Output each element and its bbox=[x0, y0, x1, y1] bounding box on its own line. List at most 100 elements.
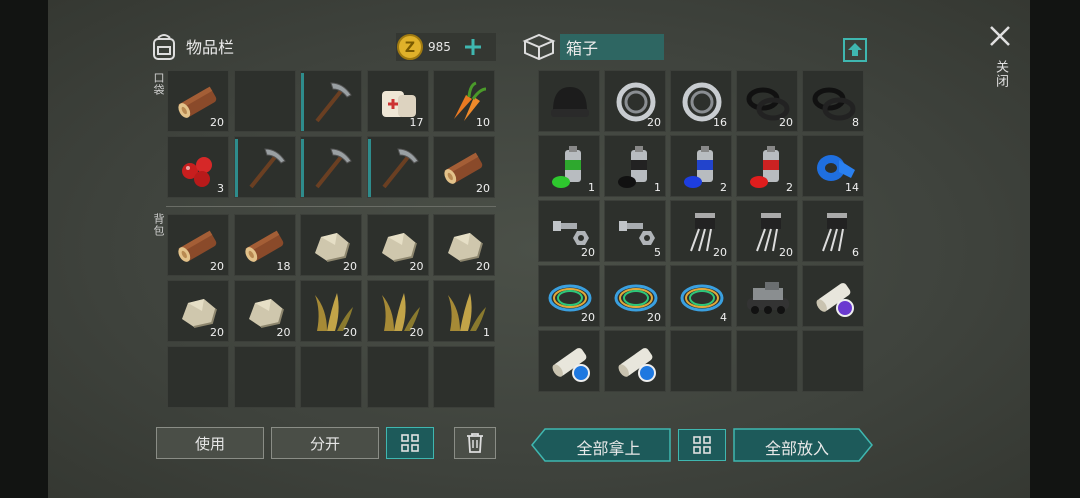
item-count: 20 bbox=[476, 182, 490, 195]
item-count: 20 bbox=[713, 246, 727, 259]
backpack-label: 背包 bbox=[152, 213, 165, 237]
take-all-label: 全部拿上 bbox=[576, 439, 641, 458]
item-count: 6 bbox=[852, 246, 859, 259]
box-slot[interactable] bbox=[802, 265, 864, 327]
pocket-slot[interactable]: 20 bbox=[433, 136, 495, 198]
item-count: 14 bbox=[845, 181, 859, 194]
box-slot[interactable]: 2 bbox=[736, 135, 798, 197]
box-slot[interactable]: 8 bbox=[802, 70, 864, 132]
item-count: 1 bbox=[654, 181, 661, 194]
item-count: 1 bbox=[483, 326, 490, 339]
backpack-slot[interactable]: 20 bbox=[366, 214, 429, 276]
box-header: 箱子 bbox=[522, 31, 664, 63]
box-slot[interactable] bbox=[538, 70, 600, 132]
close-label[interactable]: 关闭 bbox=[991, 60, 1010, 88]
pocket-slot[interactable] bbox=[300, 136, 362, 198]
item-count: 20 bbox=[647, 116, 661, 129]
black-beanie-icon bbox=[545, 77, 595, 127]
box-slot[interactable]: 20 bbox=[604, 265, 666, 327]
grid-icon bbox=[693, 436, 711, 454]
split-button[interactable]: 分开 bbox=[271, 427, 379, 459]
box-slot[interactable]: 1 bbox=[538, 135, 600, 197]
box-slot[interactable]: 4 bbox=[670, 265, 732, 327]
upload-icon[interactable] bbox=[842, 37, 868, 63]
backpack-slot[interactable]: 20 bbox=[300, 214, 362, 276]
box-slot[interactable]: 20 bbox=[736, 70, 798, 132]
box-slot[interactable] bbox=[538, 330, 600, 392]
box-slot[interactable]: 20 bbox=[670, 200, 732, 262]
item-count: 20 bbox=[581, 311, 595, 324]
put-all-label: 全部放入 bbox=[764, 439, 829, 458]
item-count: 20 bbox=[779, 246, 793, 259]
backpack-slot[interactable] bbox=[366, 346, 429, 408]
add-coins-icon[interactable] bbox=[463, 37, 483, 57]
backpack-slot[interactable]: 20 bbox=[366, 280, 429, 342]
item-count: 20 bbox=[210, 326, 224, 339]
blueprint-blue-icon bbox=[545, 337, 595, 387]
sort-inventory-button[interactable] bbox=[386, 427, 434, 459]
left-edge bbox=[0, 0, 48, 498]
coin-count: 985 bbox=[428, 40, 451, 54]
box-slot[interactable]: 20 bbox=[736, 200, 798, 262]
item-count: 20 bbox=[276, 326, 291, 339]
pocket-slot[interactable] bbox=[233, 70, 296, 132]
box-slot[interactable]: 6 bbox=[802, 200, 864, 262]
backpack-slot[interactable]: 20 bbox=[233, 280, 296, 342]
box-slot[interactable] bbox=[604, 330, 666, 392]
trash-button[interactable] bbox=[454, 427, 496, 459]
item-count: 20 bbox=[343, 326, 357, 339]
tank-vehicle-icon bbox=[743, 272, 793, 322]
item-count: 2 bbox=[720, 181, 727, 194]
box-slot[interactable] bbox=[670, 330, 732, 392]
pickaxe-icon bbox=[374, 143, 424, 193]
item-count: 2 bbox=[786, 181, 793, 194]
item-count: 20 bbox=[343, 260, 357, 273]
backpack-slot[interactable] bbox=[300, 346, 362, 408]
item-count: 5 bbox=[654, 246, 661, 259]
pickaxe-icon bbox=[241, 143, 291, 193]
backpack-slot[interactable]: 20 bbox=[300, 280, 362, 342]
box-slot[interactable]: 20 bbox=[604, 70, 666, 132]
box-slot[interactable]: 20 bbox=[538, 200, 600, 262]
box-slot[interactable]: 2 bbox=[670, 135, 732, 197]
section-divider bbox=[166, 206, 496, 207]
backpack-slot[interactable] bbox=[167, 346, 229, 408]
box-slot[interactable]: 16 bbox=[670, 70, 732, 132]
item-count: 20 bbox=[647, 311, 661, 324]
backpack-slot[interactable]: 20 bbox=[167, 214, 229, 276]
sort-box-button[interactable] bbox=[678, 429, 726, 461]
item-count: 17 bbox=[409, 116, 424, 129]
use-button[interactable]: 使用 bbox=[156, 427, 264, 459]
box-slot[interactable] bbox=[736, 330, 798, 392]
coin-display: Z 985 bbox=[396, 33, 496, 61]
inventory-header: 物品栏 bbox=[148, 30, 234, 62]
item-count: 18 bbox=[276, 260, 291, 273]
close-icon[interactable] bbox=[988, 24, 1012, 48]
pocket-slot[interactable] bbox=[366, 136, 429, 198]
box-slot[interactable]: 1 bbox=[604, 135, 666, 197]
pocket-slot[interactable]: 17 bbox=[366, 70, 429, 132]
pocket-slot[interactable]: 3 bbox=[167, 136, 229, 198]
pocket-label: 口袋 bbox=[152, 72, 165, 96]
backpack-slot[interactable]: 20 bbox=[167, 280, 229, 342]
box-slot[interactable]: 20 bbox=[538, 265, 600, 327]
backpack-slot[interactable] bbox=[233, 346, 296, 408]
item-count: 20 bbox=[210, 260, 224, 273]
pocket-slot[interactable]: 20 bbox=[167, 70, 229, 132]
box-slot[interactable] bbox=[736, 265, 798, 327]
box-slot[interactable]: 14 bbox=[802, 135, 864, 197]
pocket-slot[interactable]: 10 bbox=[433, 70, 495, 132]
item-count: 20 bbox=[581, 246, 595, 259]
item-count: 20 bbox=[409, 260, 424, 273]
blueprint-purple-icon bbox=[809, 272, 859, 322]
pocket-slot[interactable] bbox=[300, 70, 362, 132]
backpack-slot[interactable] bbox=[433, 346, 495, 408]
box-slot[interactable] bbox=[802, 330, 864, 392]
box-slot[interactable]: 5 bbox=[604, 200, 666, 262]
backpack-slot[interactable]: 1 bbox=[433, 280, 495, 342]
backpack-slot[interactable]: 18 bbox=[233, 214, 296, 276]
pocket-slot[interactable] bbox=[233, 136, 296, 198]
box-title-field[interactable]: 箱子 bbox=[560, 34, 664, 60]
backpack-slot[interactable]: 20 bbox=[433, 214, 495, 276]
durability-bar bbox=[367, 139, 371, 197]
